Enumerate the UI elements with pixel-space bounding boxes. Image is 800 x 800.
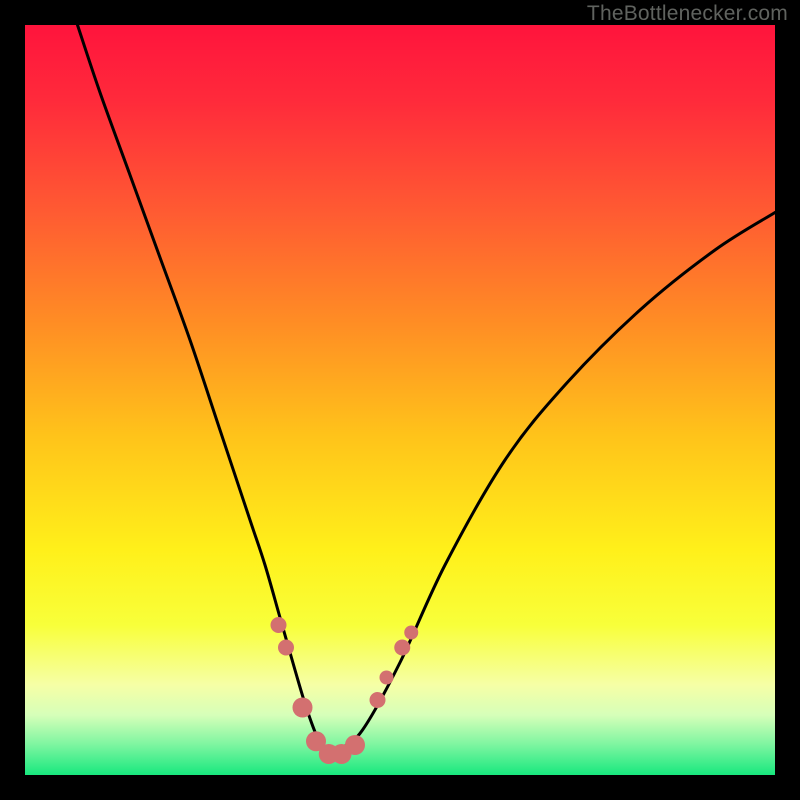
bottleneck-chart	[25, 25, 775, 775]
nodule-marker	[404, 626, 418, 640]
nodule-marker	[380, 671, 394, 685]
plot-area	[25, 25, 775, 775]
nodule-marker	[345, 735, 365, 755]
nodule-marker	[370, 692, 386, 708]
watermark-text: TheBottlenecker.com	[587, 2, 788, 26]
nodule-marker	[394, 640, 410, 656]
nodule-marker	[271, 617, 287, 633]
nodule-marker	[293, 698, 313, 718]
chart-frame: TheBottlenecker.com	[0, 0, 800, 800]
nodule-marker	[278, 640, 294, 656]
